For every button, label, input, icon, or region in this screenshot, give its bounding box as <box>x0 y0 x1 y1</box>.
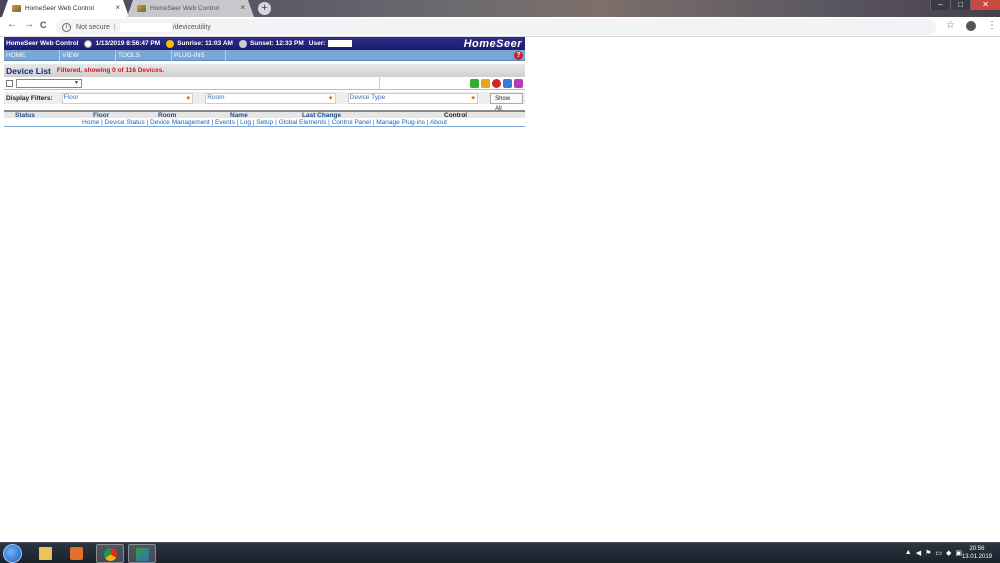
menu-plugins[interactable]: PLUG-INS <box>172 49 226 61</box>
sun-icon <box>166 39 175 48</box>
column-headers: Status Floor Room Name Last Change Contr… <box>4 110 525 119</box>
col-status[interactable]: Status <box>15 112 35 119</box>
homeseer-page: HomeSeer Web Control 1/13/2019 8:56:47 P… <box>4 37 525 127</box>
account-icon[interactable] <box>966 21 976 31</box>
col-room[interactable]: Room <box>158 112 176 119</box>
col-last-change[interactable]: Last Change <box>302 112 341 119</box>
taskbar-explorer[interactable] <box>32 544 60 563</box>
display-filters: Display Filters: Floor Room Device Type … <box>4 92 525 112</box>
window-controls: – □ ✕ <box>930 0 1000 10</box>
network-icon[interactable]: ▭ <box>935 549 942 557</box>
display-filters-label: Display Filters: <box>6 94 53 102</box>
action-spacer <box>82 77 380 89</box>
menu-tools[interactable]: TOOLS <box>116 49 172 61</box>
bookmark-star-icon[interactable]: ☆ <box>946 20 955 31</box>
volume-icon[interactable]: ◀ <box>916 549 921 557</box>
clock-icon <box>84 39 93 48</box>
add-device-icon[interactable] <box>470 78 479 88</box>
app-icon <box>136 548 149 561</box>
show-hidden-icons-icon[interactable]: ▲ <box>905 549 912 557</box>
forward-arrow-icon[interactable]: → <box>24 19 34 30</box>
col-name[interactable]: Name <box>230 112 248 119</box>
device-list-header: Device List Filtered, showing 0 of 116 D… <box>4 64 525 77</box>
group-icon[interactable] <box>481 78 490 88</box>
device-type-filter[interactable]: Device Type <box>347 92 479 104</box>
browser-tab-active[interactable]: HomeSeer Web Control × <box>2 0 129 17</box>
homeseer-favicon-icon <box>12 5 21 12</box>
separator: | <box>113 23 116 31</box>
close-window-button[interactable]: ✕ <box>970 0 1000 10</box>
security-label: Not secure <box>76 23 110 31</box>
edit-icon[interactable] <box>503 78 512 88</box>
url-path: /deviceutility <box>172 23 211 31</box>
maximize-button[interactable]: □ <box>950 0 970 10</box>
homeseer-header: HomeSeer Web Control 1/13/2019 8:56:47 P… <box>4 37 525 50</box>
help-icon[interactable]: ? <box>514 50 523 60</box>
chrome-icon <box>104 548 117 561</box>
app-title: HomeSeer Web Control <box>6 40 79 47</box>
footer-links[interactable]: Home | Device Status | Device Management… <box>4 118 525 127</box>
action-select[interactable] <box>16 78 82 88</box>
tab-close-icon[interactable]: × <box>115 3 120 12</box>
device-list-title: Device List <box>6 65 51 76</box>
windows-taskbar: ▲ ◀ ⚑ ▭ ◆ ▣ 20:56 13.01.2019 <box>0 542 1000 563</box>
action-row <box>4 77 525 90</box>
homeseer-logo: HomeSeer <box>463 37 522 50</box>
taskbar-app[interactable] <box>128 544 156 563</box>
clock-time: 20:56 <box>969 546 985 552</box>
info-icon[interactable]: i <box>62 22 71 32</box>
redacted-host <box>119 22 172 32</box>
browser-tab-inactive[interactable]: HomeSeer Web Control × <box>127 0 254 17</box>
menu-home[interactable]: HOME <box>4 49 60 61</box>
dropbox-icon[interactable]: ◆ <box>946 549 951 557</box>
reload-icon[interactable]: C <box>40 20 47 30</box>
sunset: Sunset: 12:33 PM <box>249 40 304 47</box>
delete-icon[interactable] <box>492 78 501 88</box>
minimize-button[interactable]: – <box>930 0 950 10</box>
start-button[interactable] <box>3 544 22 563</box>
action-buttons <box>470 78 523 88</box>
select-all-checkbox[interactable] <box>6 79 13 87</box>
system-tray: ▲ ◀ ⚑ ▭ ◆ ▣ <box>905 549 962 557</box>
user-label: User: <box>308 40 326 47</box>
col-control: Control <box>444 111 468 119</box>
room-filter[interactable]: Room <box>205 92 336 104</box>
col-floor[interactable]: Floor <box>93 112 109 119</box>
new-tab-button[interactable]: + <box>258 2 271 15</box>
taskbar-clock[interactable]: 20:56 13.01.2019 <box>962 545 992 561</box>
back-arrow-icon[interactable]: ← <box>7 19 17 30</box>
tab-title: HomeSeer Web Control <box>25 5 94 12</box>
show-all-button[interactable]: Show All <box>490 92 523 112</box>
floor-filter[interactable]: Floor <box>61 92 194 104</box>
folder-icon <box>39 547 52 560</box>
media-player-icon <box>70 547 83 560</box>
tab-close-icon[interactable]: × <box>240 3 245 12</box>
moon-icon <box>238 39 247 48</box>
taskbar-chrome[interactable] <box>96 544 124 563</box>
list-icon[interactable] <box>514 78 523 88</box>
datetime: 1/13/2019 8:56:47 PM <box>95 40 161 47</box>
sunrise: Sunrise: 11:03 AM <box>177 40 233 47</box>
address-bar[interactable]: i Not secure | /deviceutility <box>56 19 936 35</box>
browser-toolbar: ← → C i Not secure | /deviceutility <box>0 17 1000 37</box>
redacted-user <box>328 40 353 47</box>
filter-message: Filtered, showing 0 of 116 Devices. <box>56 67 165 74</box>
tab-title: HomeSeer Web Control <box>150 5 219 12</box>
taskbar-media-player[interactable] <box>63 544 91 563</box>
flag-icon[interactable]: ⚑ <box>925 549 931 557</box>
main-menu: HOME VIEW TOOLS PLUG-INS ? <box>4 49 525 61</box>
clock-date: 13.01.2019 <box>961 554 992 560</box>
homeseer-favicon-icon <box>137 5 146 12</box>
browser-tabstrip: HomeSeer Web Control × HomeSeer Web Cont… <box>0 0 1000 17</box>
menu-view[interactable]: VIEW <box>60 49 116 61</box>
browser-menu-icon[interactable]: ⋮ <box>987 20 997 31</box>
